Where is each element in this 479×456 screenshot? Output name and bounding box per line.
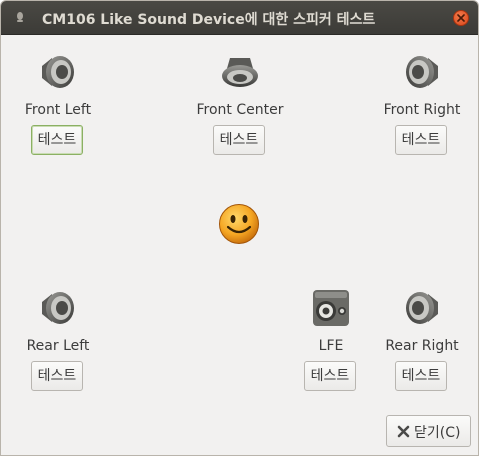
window-title: CM106 Like Sound Device에 대한 스피커 테스트	[42, 12, 376, 28]
channel-front-center: Front Center 테스트	[185, 52, 295, 182]
speaker-left-icon	[42, 56, 74, 88]
channel-label: Front Right	[383, 102, 461, 118]
test-button-front-center[interactable]: 테스트	[213, 125, 265, 155]
channel-rear-right: Rear Right 테스트	[367, 288, 477, 418]
close-icon	[397, 425, 410, 438]
close-icon	[457, 14, 465, 22]
title-bar[interactable]: CM106 Like Sound Device에 대한 스피커 테스트	[1, 1, 478, 35]
channel-label: Front Left	[24, 102, 92, 118]
test-button-rear-left[interactable]: 테스트	[31, 361, 83, 391]
test-button-rear-right[interactable]: 테스트	[395, 361, 447, 391]
test-button-front-right[interactable]: 테스트	[395, 125, 447, 155]
smiley-face-icon	[219, 204, 259, 244]
speaker-left-icon	[42, 292, 74, 324]
speaker-right-icon	[406, 56, 438, 88]
test-button-lfe[interactable]: 테스트	[304, 361, 356, 391]
speaker-center-icon	[222, 58, 258, 87]
close-button-label: 닫기(C)	[414, 425, 461, 441]
window-close-button[interactable]	[453, 10, 469, 26]
channel-label: Front Center	[196, 102, 284, 118]
subwoofer-icon	[313, 290, 349, 326]
channel-rear-left: Rear Left 테스트	[3, 288, 113, 418]
channel-front-right: Front Right 테스트	[367, 52, 477, 182]
channel-label: Rear Right	[385, 338, 459, 354]
app-icon	[17, 12, 23, 22]
speaker-right-icon	[406, 292, 438, 324]
channel-front-left: Front Left 테스트	[3, 52, 113, 182]
speaker-test-window: CM106 Like Sound Device에 대한 스피커 테스트 Fron…	[0, 0, 479, 456]
channel-label: Rear Left	[26, 338, 90, 354]
close-button[interactable]: 닫기(C)	[386, 415, 471, 447]
test-button-front-left[interactable]: 테스트	[31, 125, 83, 155]
